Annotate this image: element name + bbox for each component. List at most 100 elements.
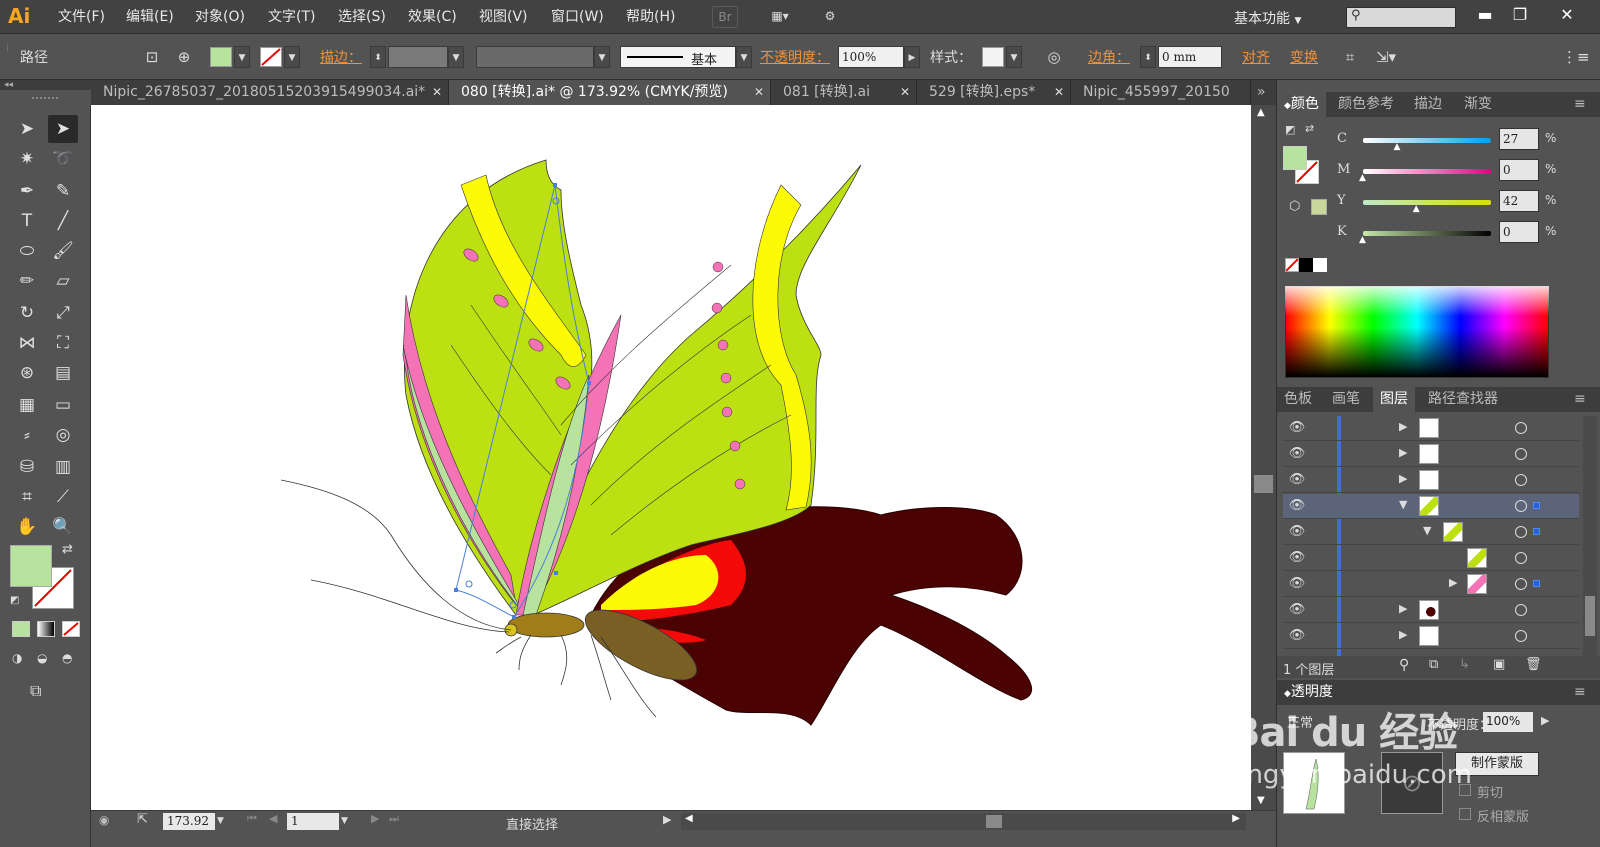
- anchor-target-icon[interactable]: ⊕: [172, 45, 196, 69]
- none-color-chip[interactable]: [1285, 258, 1299, 272]
- selection-indicator[interactable]: [1533, 528, 1540, 535]
- anchor-convert-icon[interactable]: ⊡: [140, 45, 164, 69]
- help-search-input[interactable]: ⚲: [1346, 7, 1456, 28]
- magic-wand-tool-icon[interactable]: ✷: [12, 145, 42, 173]
- tab-pathfinder[interactable]: 路径查找器: [1421, 387, 1505, 412]
- tab-color[interactable]: ◆颜色: [1277, 92, 1326, 117]
- slider-thumb[interactable]: ▲: [1413, 204, 1420, 214]
- delete-layer-icon[interactable]: 🗑: [1525, 657, 1542, 672]
- bridge-button[interactable]: Br: [712, 6, 738, 28]
- menu-text[interactable]: 文字(T): [268, 0, 315, 34]
- slider-thumb[interactable]: ▲: [1359, 235, 1366, 245]
- channel-track[interactable]: [1363, 231, 1491, 236]
- shape-builder-tool-icon[interactable]: ⊛: [12, 359, 42, 387]
- slice-tool-icon[interactable]: ⟋: [48, 483, 78, 511]
- gpu-performance-icon[interactable]: ⚙: [815, 6, 845, 28]
- scroll-down-icon[interactable]: ▼: [1257, 795, 1265, 806]
- stroke-dropdown[interactable]: ▼: [284, 46, 300, 68]
- tab-stroke[interactable]: 描边: [1407, 92, 1449, 117]
- graphic-style-dropdown[interactable]: ▼: [1006, 46, 1022, 68]
- eyedropper-tool-icon[interactable]: ⸗: [12, 421, 42, 449]
- panel-menu-icon[interactable]: ≡: [1567, 680, 1593, 705]
- type-tool-icon[interactable]: T: [12, 207, 42, 235]
- black-color-chip[interactable]: [1299, 258, 1313, 272]
- stroke-weight-field[interactable]: [388, 46, 448, 68]
- menu-effect[interactable]: 效果(C): [408, 0, 457, 34]
- minimize-button[interactable]: ▬: [1470, 4, 1500, 28]
- default-colors-icon[interactable]: ◩: [10, 595, 19, 606]
- menu-object[interactable]: 对象(O): [195, 0, 245, 34]
- stroke-weight-stepper[interactable]: ⬍: [370, 46, 386, 68]
- arrange-documents-icon[interactable]: ▦▾: [760, 6, 800, 28]
- blend-tool-icon[interactable]: ◎: [48, 421, 78, 449]
- target-circle[interactable]: [1515, 500, 1527, 512]
- prev-artboard-icon[interactable]: ◀: [269, 812, 277, 825]
- eye-icon[interactable]: 👁: [1288, 577, 1306, 591]
- menu-edit[interactable]: 编辑(E): [126, 0, 174, 34]
- tab-color-guide[interactable]: 颜色参考: [1331, 92, 1401, 117]
- free-transform-tool-icon[interactable]: ⛶: [48, 329, 78, 357]
- layer-row[interactable]: 👁 ▶: [1283, 468, 1579, 493]
- tab-swatches[interactable]: 色板: [1277, 387, 1319, 412]
- screen-mode-icon[interactable]: ⧉: [30, 681, 58, 703]
- ellipse-tool-icon[interactable]: ⬭: [12, 237, 42, 265]
- corner-label[interactable]: 边角：: [1088, 47, 1130, 67]
- expand-arrow-icon[interactable]: ▶: [1399, 420, 1407, 433]
- pencil-tool-icon[interactable]: ✏: [12, 267, 42, 295]
- transform-link[interactable]: 变换: [1290, 47, 1318, 67]
- tab-layers[interactable]: 图层: [1373, 387, 1415, 412]
- recolor-artwork-icon[interactable]: ◎: [1042, 45, 1066, 69]
- make-clipping-mask-icon[interactable]: ⧉: [1429, 657, 1438, 672]
- workspace-switcher[interactable]: 基本功能 ▼: [1234, 8, 1318, 28]
- opacity-arrow-icon[interactable]: ▶: [1541, 714, 1549, 727]
- target-circle[interactable]: [1515, 552, 1527, 564]
- width-tool-icon[interactable]: ⋈: [12, 329, 42, 357]
- channel-value-field[interactable]: 0: [1499, 159, 1539, 181]
- zoom-dropdown[interactable]: ▼: [217, 813, 233, 830]
- expand-arrow-icon[interactable]: ▶: [1399, 446, 1407, 459]
- fill-swatch[interactable]: [210, 47, 232, 67]
- menu-select[interactable]: 选择(S): [338, 0, 386, 34]
- doc-tab-3[interactable]: 081 [转换].ai ✕: [771, 80, 917, 105]
- expand-arrow-icon[interactable]: ▶: [1449, 576, 1457, 589]
- channel-value-field[interactable]: 0: [1499, 221, 1539, 243]
- panel-menu-icon[interactable]: ≡: [1567, 387, 1593, 412]
- stroke-label[interactable]: 描边：: [320, 47, 362, 67]
- curvature-tool-icon[interactable]: ✎: [48, 177, 78, 205]
- swap-fill-stroke-icon[interactable]: ⇄: [62, 542, 73, 557]
- new-sublayer-icon[interactable]: ↳: [1459, 657, 1470, 672]
- hand-tool-icon[interactable]: ✋: [12, 513, 42, 541]
- layer-row[interactable]: 👁 ▼: [1283, 520, 1579, 545]
- eye-icon[interactable]: 👁: [1288, 551, 1306, 565]
- first-artboard-icon[interactable]: ⏮: [247, 812, 257, 826]
- layer-row[interactable]: 👁 ▶: [1283, 572, 1579, 597]
- opacity-field[interactable]: 100%: [1483, 712, 1533, 732]
- tab-brushes[interactable]: 画笔: [1325, 387, 1367, 412]
- expand-arrow-icon[interactable]: ▶: [1399, 628, 1407, 641]
- eye-icon[interactable]: 👁: [1288, 603, 1306, 617]
- draw-normal-icon[interactable]: ◑: [12, 651, 34, 667]
- pen-tool-icon[interactable]: ✒: [12, 177, 42, 205]
- layer-row-selected[interactable]: 👁 ▼: [1283, 494, 1579, 519]
- next-artboard-icon[interactable]: ▶: [371, 812, 379, 825]
- scale-tool-icon[interactable]: ⤢: [48, 299, 78, 327]
- h-scroll-thumb[interactable]: [986, 815, 1002, 828]
- locate-object-icon[interactable]: ⚲: [1399, 657, 1409, 673]
- layer-row[interactable]: 👁: [1283, 546, 1579, 571]
- eye-icon[interactable]: 👁: [1288, 629, 1306, 643]
- fill-dropdown[interactable]: ▼: [234, 46, 250, 68]
- target-circle[interactable]: [1515, 630, 1527, 642]
- artboard-canvas[interactable]: [91, 105, 1251, 810]
- align-link[interactable]: 对齐: [1242, 47, 1270, 67]
- opacity-label[interactable]: 不透明度：: [760, 47, 830, 67]
- slider-thumb[interactable]: ▲: [1359, 173, 1366, 183]
- selection-tool-icon[interactable]: ➤: [12, 115, 42, 143]
- zoom-tool-icon[interactable]: 🔍: [48, 513, 78, 541]
- tabstrip-collapse[interactable]: ◂◂: [0, 80, 91, 90]
- layers-scroll-thumb[interactable]: [1585, 596, 1595, 636]
- target-circle[interactable]: [1515, 448, 1527, 460]
- target-circle[interactable]: [1515, 474, 1527, 486]
- graphic-style-swatch[interactable]: [982, 47, 1004, 67]
- channel-value-field[interactable]: 27: [1499, 128, 1539, 150]
- line-segment-tool-icon[interactable]: ╱: [48, 207, 78, 235]
